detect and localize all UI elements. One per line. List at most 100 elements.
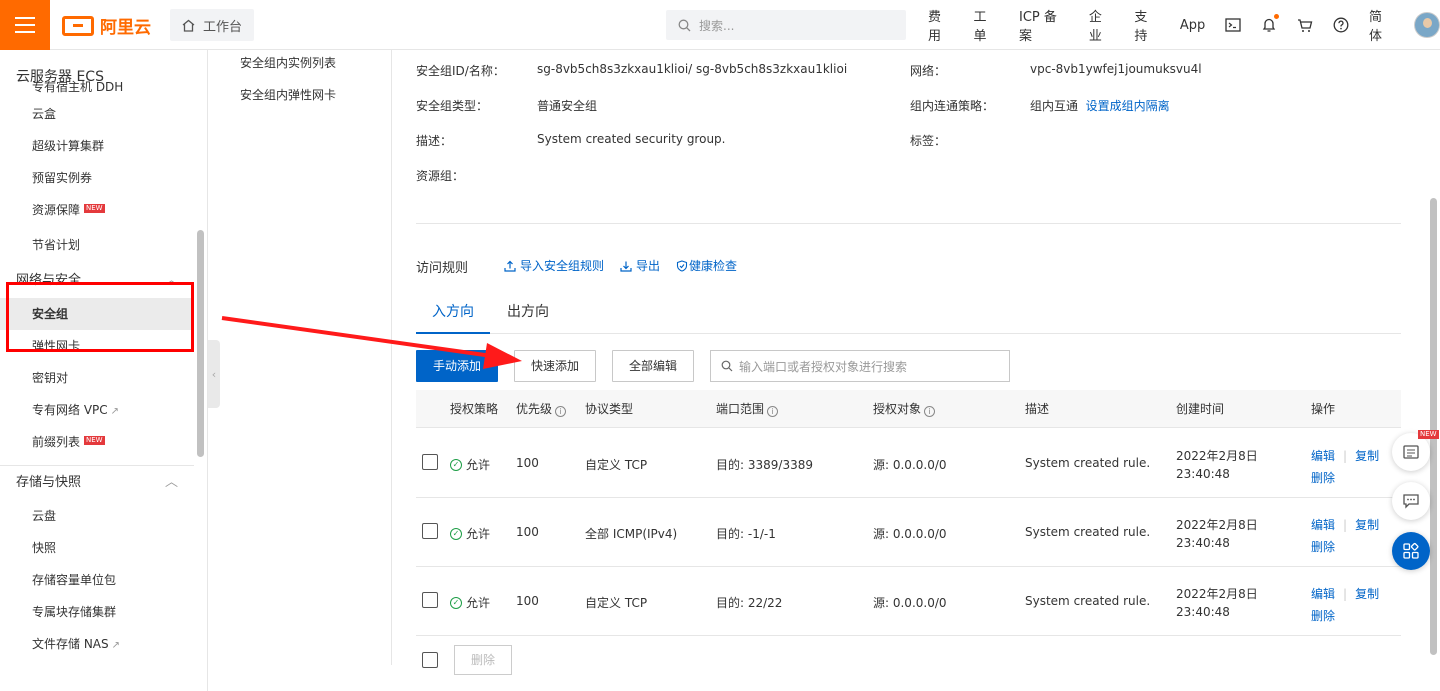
help-icon[interactable]	[1333, 17, 1349, 33]
external-link-icon: ↗	[110, 406, 120, 417]
global-search[interactable]: 搜索...	[666, 10, 906, 40]
delete-link[interactable]: 删除	[1311, 609, 1335, 623]
search-icon	[721, 360, 733, 372]
row-checkbox[interactable]	[422, 592, 438, 608]
select-all-checkbox[interactable]	[422, 652, 438, 668]
copy-link[interactable]: 复制	[1355, 587, 1379, 601]
priority-cell: 100	[516, 594, 539, 608]
nav-tickets[interactable]: 工单	[974, 6, 1000, 44]
sidebar-item-scu[interactable]: 存储容量单位包	[0, 564, 194, 596]
table-row: ✓ 允许 100 自定义 TCP 目的: 3389/3389 源: 0.0.0.0…	[416, 429, 1401, 498]
workbench-button[interactable]: 工作台	[170, 9, 254, 41]
subnav-eni[interactable]: 安全组内弹性网卡	[240, 86, 336, 103]
tab-outbound[interactable]: 出方向	[491, 290, 565, 334]
created-cell: 2022年2月8日 23:40:48	[1176, 447, 1258, 483]
cart-icon[interactable]	[1297, 17, 1313, 33]
apps-float-button[interactable]	[1392, 532, 1430, 570]
subnav-instances[interactable]: 安全组内实例列表	[240, 54, 336, 71]
batch-delete-button[interactable]: 删除	[454, 645, 512, 675]
set-isolation-link[interactable]: 设置成组内隔离	[1086, 99, 1170, 113]
new-badge: NEW	[84, 436, 105, 445]
col-port: 端口范围 i	[716, 390, 779, 428]
info-icon[interactable]: i	[767, 406, 779, 417]
port-cell: 目的: 3389/3389	[716, 458, 813, 472]
copy-link[interactable]: 复制	[1355, 518, 1379, 532]
sidebar-item-label: 云盒	[32, 107, 57, 121]
sidebar-item-capacity[interactable]: 资源保障 NEW	[0, 194, 194, 226]
sidebar-item-ri[interactable]: 预留实例券	[0, 162, 194, 194]
info-icon[interactable]: i	[555, 406, 567, 417]
user-avatar[interactable]	[1414, 12, 1440, 38]
manual-add-button[interactable]: 手动添加	[416, 350, 498, 382]
created-time: 23:40:48	[1176, 605, 1230, 619]
sidebar-item-label: 超级计算集群	[32, 139, 105, 153]
col-priority: 优先级 i	[516, 390, 567, 428]
nav-icp[interactable]: ICP 备案	[1019, 6, 1069, 44]
language-switch[interactable]: 简体	[1369, 6, 1395, 44]
row-checkbox[interactable]	[422, 523, 438, 539]
nav-fees[interactable]: 费用	[928, 6, 954, 44]
created-date: 2022年2月8日	[1176, 587, 1258, 601]
sidebar-item-label: 专有宿主机 DDH	[32, 80, 124, 94]
sidebar-divider	[0, 458, 194, 466]
menu-button[interactable]	[0, 0, 50, 50]
chat-float-button[interactable]	[1392, 482, 1430, 520]
bell-icon[interactable]	[1261, 14, 1279, 33]
type-label: 安全组类型：	[416, 99, 489, 113]
sidebar-collapse-handle[interactable]: ‹	[208, 340, 220, 408]
edit-link[interactable]: 编辑	[1311, 449, 1335, 463]
sidebar-item-savings[interactable]: 节省计划	[0, 226, 194, 264]
sidebar-item-prefix-list[interactable]: 前缀列表 NEW	[0, 426, 194, 458]
col-actions: 操作	[1311, 402, 1336, 416]
quick-add-button[interactable]: 快速添加	[514, 350, 596, 382]
import-rules-link[interactable]: 导入安全组规则	[504, 257, 604, 274]
health-check-link[interactable]: 健康检查	[676, 257, 737, 274]
nav-support[interactable]: 支持	[1134, 6, 1160, 44]
delete-link[interactable]: 删除	[1311, 540, 1335, 554]
copy-link[interactable]: 复制	[1355, 449, 1379, 463]
aliyun-logo[interactable]: 阿里云	[62, 13, 151, 38]
edit-link[interactable]: 编辑	[1311, 587, 1335, 601]
nav-enterprise[interactable]: 企业	[1089, 6, 1115, 44]
top-bar: 阿里云 工作台 搜索... 费用 工单 ICP 备案 企业 支持 App 简体	[0, 0, 1440, 50]
terminal-icon[interactable]	[1225, 17, 1241, 33]
col-port-label: 端口范围	[716, 402, 765, 416]
row-checkbox[interactable]	[422, 454, 438, 470]
created-cell: 2022年2月8日 23:40:48	[1176, 585, 1258, 621]
export-link[interactable]: 导出	[620, 257, 660, 274]
sidebar-item-vpc[interactable]: 专有网络 VPC ↗	[0, 394, 194, 426]
sidebar-item-dbsc[interactable]: 专属块存储集群	[0, 596, 194, 628]
edit-all-button[interactable]: 全部编辑	[612, 350, 694, 382]
sidebar-item-keypair[interactable]: 密钥对	[0, 362, 194, 394]
info-icon[interactable]: i	[924, 406, 936, 417]
sidebar-item-ddh[interactable]: 专有宿主机 DDH	[0, 76, 194, 98]
tab-inbound[interactable]: 入方向	[416, 290, 490, 334]
edit-link[interactable]: 编辑	[1311, 518, 1335, 532]
upload-icon	[504, 260, 516, 272]
policy-value-text: 组内互通	[1030, 99, 1079, 113]
sidebar-item-label: 快照	[32, 541, 57, 555]
sidebar-item-snapshot[interactable]: 快照	[0, 532, 194, 564]
sidebar-item-nas[interactable]: 文件存储 NAS ↗	[0, 628, 194, 660]
sidebar-item-label: 文件存储 NAS	[32, 637, 109, 651]
table-row: ✓ 允许 100 全部 ICMP(IPv4) 目的: -1/-1 源: 0.0.0…	[416, 498, 1401, 567]
sidebar-item-scc[interactable]: 超级计算集群	[0, 130, 194, 162]
rule-search-input[interactable]: 输入端口或者授权对象进行搜索	[710, 350, 1010, 382]
policy-text: 允许	[466, 458, 491, 472]
new-badge: NEW	[84, 204, 105, 213]
home-icon	[182, 19, 195, 32]
port-cell: 目的: -1/-1	[716, 527, 776, 541]
sidebar-item-label: 密钥对	[32, 371, 69, 385]
sidebar-group-storage[interactable]: 存储与快照 ︿	[0, 466, 194, 500]
sidebar-item-disk[interactable]: 云盘	[0, 500, 194, 532]
priority-cell: 100	[516, 456, 539, 470]
delete-link[interactable]: 删除	[1311, 471, 1335, 485]
col-source: 授权对象 i	[873, 390, 936, 428]
nav-app[interactable]: App	[1180, 18, 1205, 33]
sub-nav: 安全组内实例列表 安全组内弹性网卡	[220, 50, 392, 665]
desc-label: 描述：	[416, 134, 453, 148]
sidebar-item-cloudbox[interactable]: 云盒	[0, 98, 194, 130]
page-scrollbar[interactable]	[1430, 198, 1437, 655]
apps-grid-icon	[1403, 542, 1419, 559]
sidebar-scrollbar[interactable]	[197, 230, 204, 457]
